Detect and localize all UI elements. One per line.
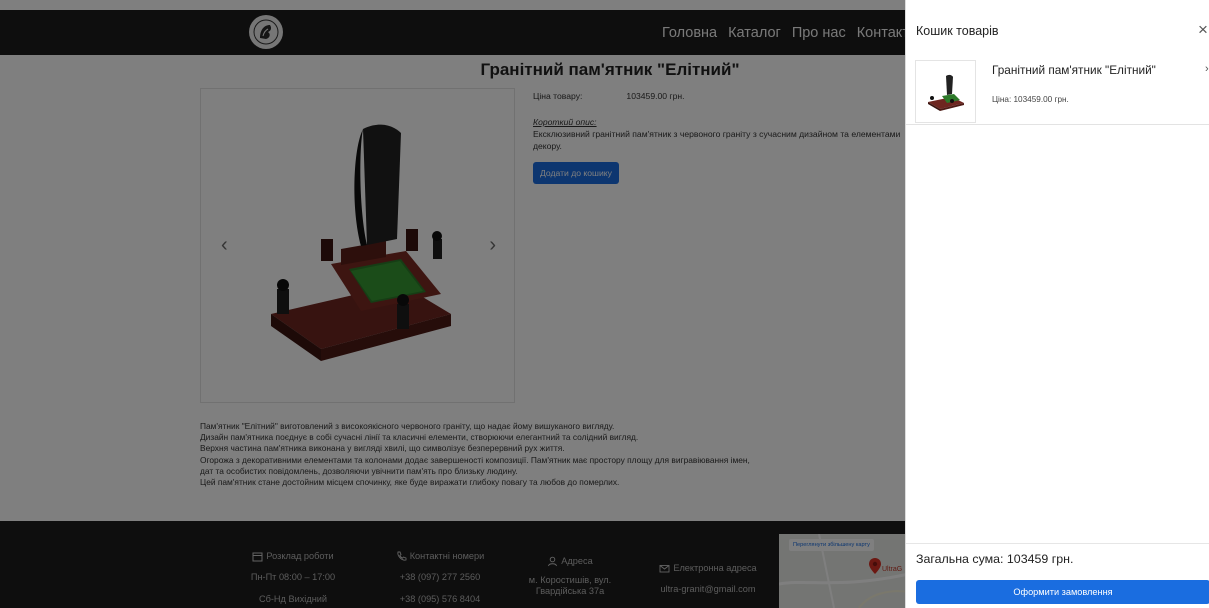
- cart-item-price: Ціна: 103459.00 грн.: [992, 95, 1069, 104]
- cart-divider: [906, 543, 1209, 544]
- cart-panel: Кошик товарів × Гранітний пам'ятник "Елі…: [905, 0, 1209, 608]
- cart-item-name: Гранітний пам'ятник "Елітний": [992, 63, 1156, 77]
- cart-item: Гранітний пам'ятник "Елітний" Ціна: 1034…: [906, 55, 1209, 125]
- checkout-button[interactable]: Оформити замовлення: [916, 580, 1209, 604]
- cart-item-image: [927, 74, 964, 111]
- cart-item-thumbnail[interactable]: [915, 60, 976, 123]
- cart-header: Кошик товарів ×: [906, 0, 1209, 55]
- cart-close-icon[interactable]: ×: [1198, 21, 1208, 38]
- cart-item-chevron-icon[interactable]: ›: [1205, 63, 1209, 75]
- cart-title: Кошик товарів: [916, 24, 999, 38]
- modal-backdrop[interactable]: [0, 0, 905, 608]
- cart-total: Загальна сума: 103459 грн.: [916, 552, 1074, 566]
